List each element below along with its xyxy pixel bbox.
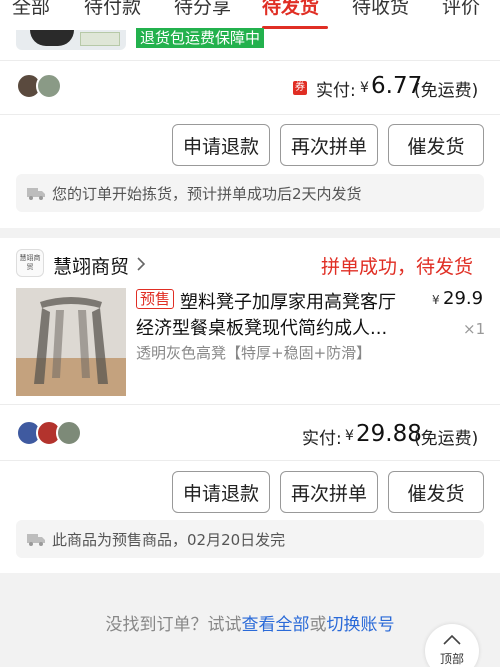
divider xyxy=(0,404,500,405)
avatar xyxy=(36,73,62,99)
order-status: 拼单成功，待发货 xyxy=(321,256,474,278)
hint-or: 或 xyxy=(309,615,327,635)
tab-pending-payment[interactable]: 待付款 xyxy=(84,0,141,19)
order-status-tabs: 全部 待付款 待分享 待发货 待收货 评价 xyxy=(0,0,500,30)
hint-prefix: 没找到订单？试试 xyxy=(105,615,242,635)
truck-icon xyxy=(27,534,45,546)
chevron-up-icon xyxy=(443,634,461,645)
return-shipping-badge: 退货包运费保障中 xyxy=(136,28,265,48)
product-spec: 透明灰色高凳【特厚+稳固+防滑】 xyxy=(136,344,372,362)
presale-notice: 此商品为预售商品，02月20日发完 xyxy=(16,520,484,558)
urge-shipment-button[interactable]: 催发货 xyxy=(388,124,484,166)
footer-hint: 没找到订单？试试查看全部或切换账号 xyxy=(0,610,500,635)
currency-symbol: ¥ xyxy=(345,428,354,444)
notice-text: 此商品为预售商品，02月20日发完 xyxy=(52,530,286,549)
group-avatars xyxy=(16,420,82,446)
product-title-line-1[interactable]: 塑料凳子加厚家用高凳客厅 xyxy=(180,288,396,314)
shipping-notice: 您的订单开始拣货，预计拼单成功后2天内发货 xyxy=(16,174,484,212)
shipping-note: (免运费) xyxy=(414,429,479,449)
refund-button[interactable]: 申请退款 xyxy=(172,471,270,513)
avatar xyxy=(56,420,82,446)
paid-label: 实付: xyxy=(316,81,356,101)
shop-logo: 慧翊商贸 xyxy=(16,249,44,277)
urge-shipment-button[interactable]: 催发货 xyxy=(388,471,484,513)
divider xyxy=(0,114,500,115)
divider xyxy=(0,460,500,461)
paid-label: 实付: xyxy=(302,429,342,449)
tab-pending-receipt[interactable]: 待收货 xyxy=(352,0,409,19)
tab-pending-shipment[interactable]: 待发货 xyxy=(262,0,319,19)
active-tab-indicator xyxy=(262,26,328,29)
coupon-icon: 券 xyxy=(293,81,307,95)
order-card-2[interactable]: 慧翊商贸 慧翊商贸 拼单成功，待发货 预售 塑料凳子加厚家用高凳客厅 经济型餐桌… xyxy=(0,238,500,573)
shop-name[interactable]: 慧翊商贸 xyxy=(53,252,129,279)
quantity: ×1 xyxy=(463,320,486,338)
product-title-line-2[interactable]: 经济型餐桌板凳现代简约成人... xyxy=(136,314,387,340)
tab-review[interactable]: 评价 xyxy=(442,0,480,19)
paid-amount: 29.88 xyxy=(356,421,422,447)
regroup-button[interactable]: 再次拼单 xyxy=(280,124,378,166)
presale-tag: 预售 xyxy=(136,289,175,309)
back-to-top-label: 顶部 xyxy=(439,652,464,666)
refund-button[interactable]: 申请退款 xyxy=(172,124,270,166)
chevron-right-icon[interactable] xyxy=(136,256,146,272)
notice-text: 您的订单开始拣货，预计拼单成功后2天内发货 xyxy=(52,184,362,203)
regroup-button[interactable]: 再次拼单 xyxy=(280,471,378,513)
currency-symbol: ¥ xyxy=(360,80,369,96)
tab-pending-share[interactable]: 待分享 xyxy=(174,0,231,19)
view-all-link[interactable]: 查看全部 xyxy=(242,615,310,635)
currency-symbol: ¥ xyxy=(432,293,440,307)
tab-all[interactable]: 全部 xyxy=(12,0,50,19)
product-image[interactable] xyxy=(16,288,126,396)
product-thumbnail[interactable] xyxy=(16,30,126,50)
switch-account-link[interactable]: 切换账号 xyxy=(327,615,395,635)
shipping-note: (免运费) xyxy=(414,81,479,101)
truck-icon xyxy=(27,188,45,200)
group-avatars xyxy=(16,73,62,99)
unit-price: 29.9 xyxy=(443,288,484,309)
divider xyxy=(0,60,500,61)
order-card-1[interactable]: 退货包运费保障中 券 实付: ¥ 6.77 (免运费) 申请退款 再次拼单 催发… xyxy=(0,28,500,228)
